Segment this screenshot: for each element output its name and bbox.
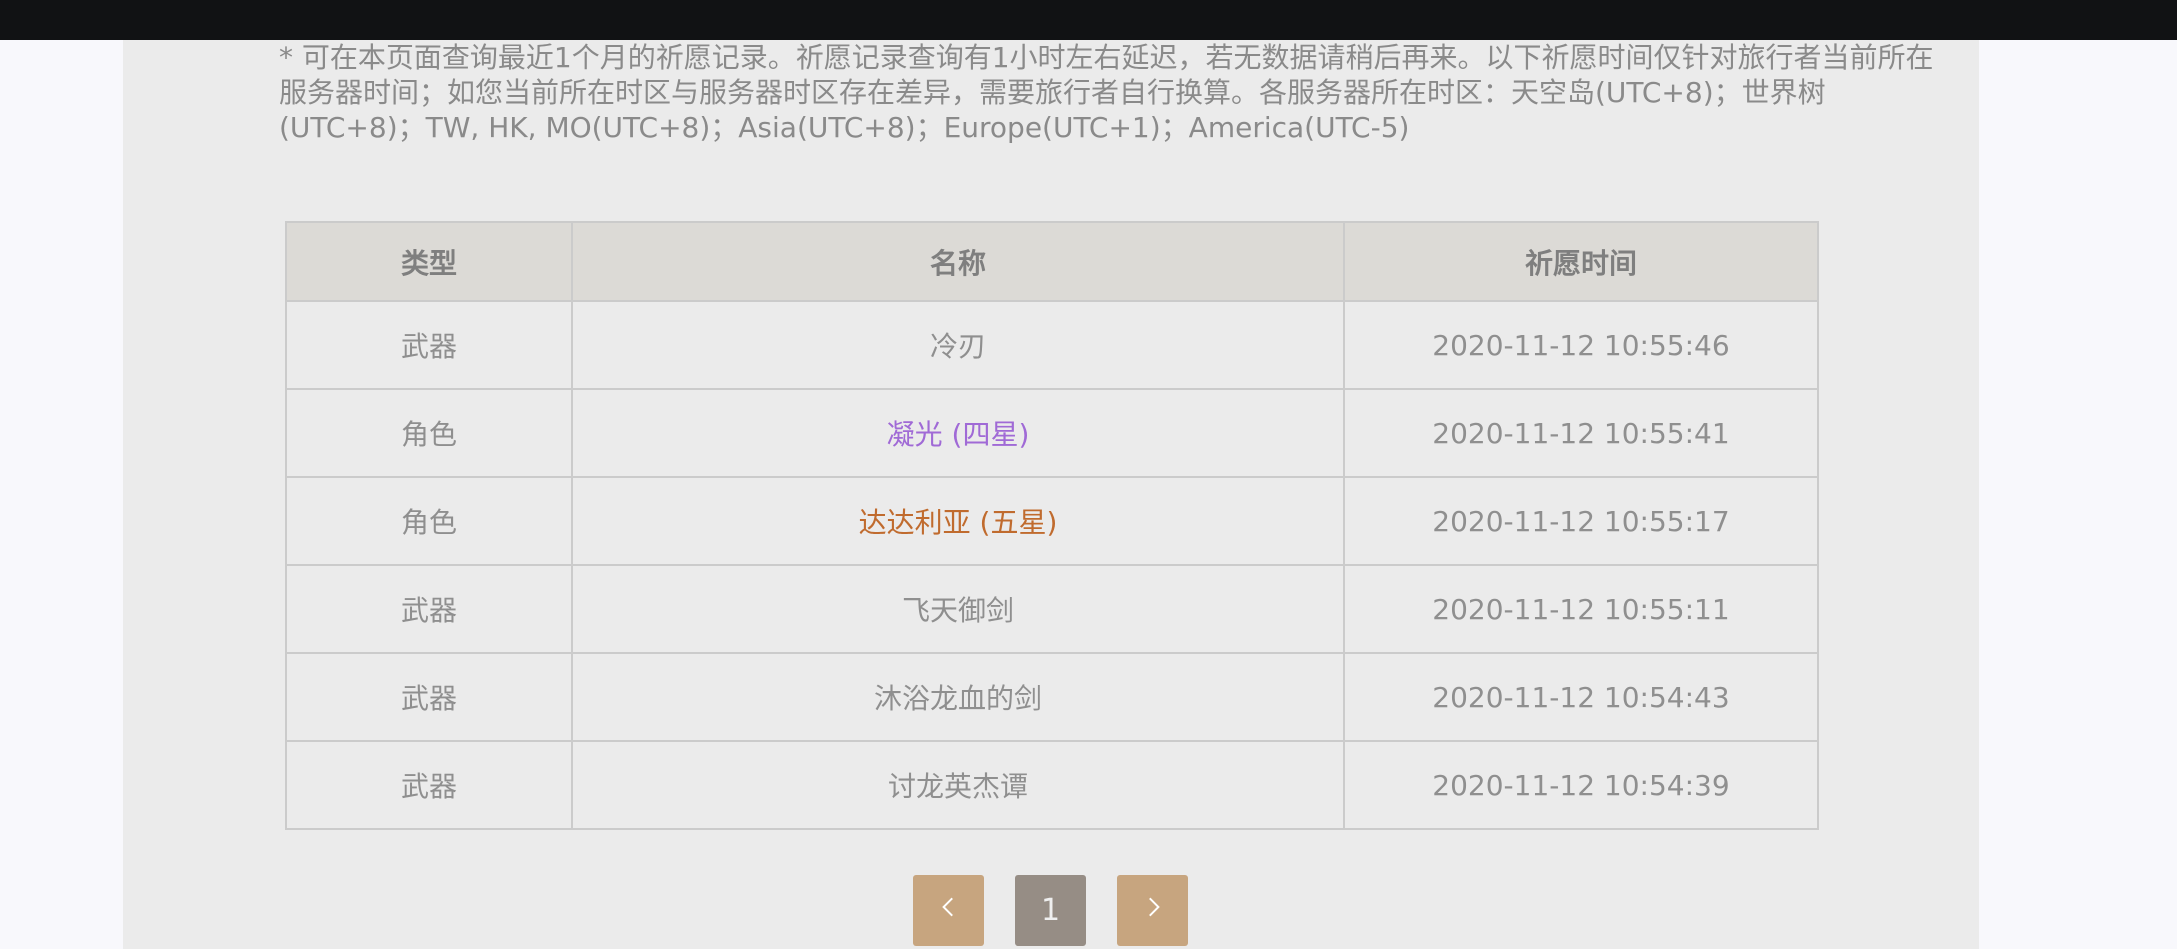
cell-name: 飞天御剑 xyxy=(571,564,1345,654)
cell-name: 沐浴龙血的剑 xyxy=(571,652,1345,742)
cell-type: 武器 xyxy=(285,564,573,654)
cell-name: 达达利亚 (五星) xyxy=(571,476,1345,566)
table-row: 角色 达达利亚 (五星) 2020-11-12 10:55:17 xyxy=(285,476,1819,566)
cell-time: 2020-11-12 10:55:46 xyxy=(1343,300,1819,390)
cell-type: 武器 xyxy=(285,652,573,742)
table-row: 武器 飞天御剑 2020-11-12 10:55:11 xyxy=(285,564,1819,654)
notice-text: * 可在本页面查询最近1个月的祈愿记录。祈愿记录查询有1小时左右延迟，若无数据请… xyxy=(279,41,1934,144)
cell-type: 角色 xyxy=(285,476,573,566)
table-row: 武器 冷刃 2020-11-12 10:55:46 xyxy=(285,300,1819,390)
chevron-right-icon xyxy=(1140,893,1166,928)
cell-name: 冷刃 xyxy=(571,300,1345,390)
header-type: 类型 xyxy=(285,221,573,302)
next-page-button[interactable] xyxy=(1117,875,1188,946)
top-bar xyxy=(0,0,2177,40)
table-row: 武器 讨龙英杰谭 2020-11-12 10:54:39 xyxy=(285,740,1819,830)
cell-name: 凝光 (四星) xyxy=(571,388,1345,478)
cell-name: 讨龙英杰谭 xyxy=(571,740,1345,830)
table-header-row: 类型 名称 祈愿时间 xyxy=(285,221,1819,302)
page-number-button[interactable]: 1 xyxy=(1015,875,1086,946)
cell-type: 武器 xyxy=(285,300,573,390)
wish-records-table: 类型 名称 祈愿时间 武器 冷刃 2020-11-12 10:55:46 角色 … xyxy=(285,221,1819,830)
table-row: 角色 凝光 (四星) 2020-11-12 10:55:41 xyxy=(285,388,1819,478)
header-time: 祈愿时间 xyxy=(1343,221,1819,302)
cell-time: 2020-11-12 10:55:17 xyxy=(1343,476,1819,566)
prev-page-button[interactable] xyxy=(913,875,984,946)
chevron-left-icon xyxy=(936,893,962,928)
pagination: 1 xyxy=(913,875,1188,946)
table-row: 武器 沐浴龙血的剑 2020-11-12 10:54:43 xyxy=(285,652,1819,742)
cell-time: 2020-11-12 10:55:41 xyxy=(1343,388,1819,478)
cell-type: 角色 xyxy=(285,388,573,478)
cell-time: 2020-11-12 10:55:11 xyxy=(1343,564,1819,654)
cell-time: 2020-11-12 10:54:39 xyxy=(1343,740,1819,830)
header-name: 名称 xyxy=(571,221,1345,302)
cell-type: 武器 xyxy=(285,740,573,830)
cell-time: 2020-11-12 10:54:43 xyxy=(1343,652,1819,742)
wish-history-panel: * 可在本页面查询最近1个月的祈愿记录。祈愿记录查询有1小时左右延迟，若无数据请… xyxy=(123,40,1979,949)
